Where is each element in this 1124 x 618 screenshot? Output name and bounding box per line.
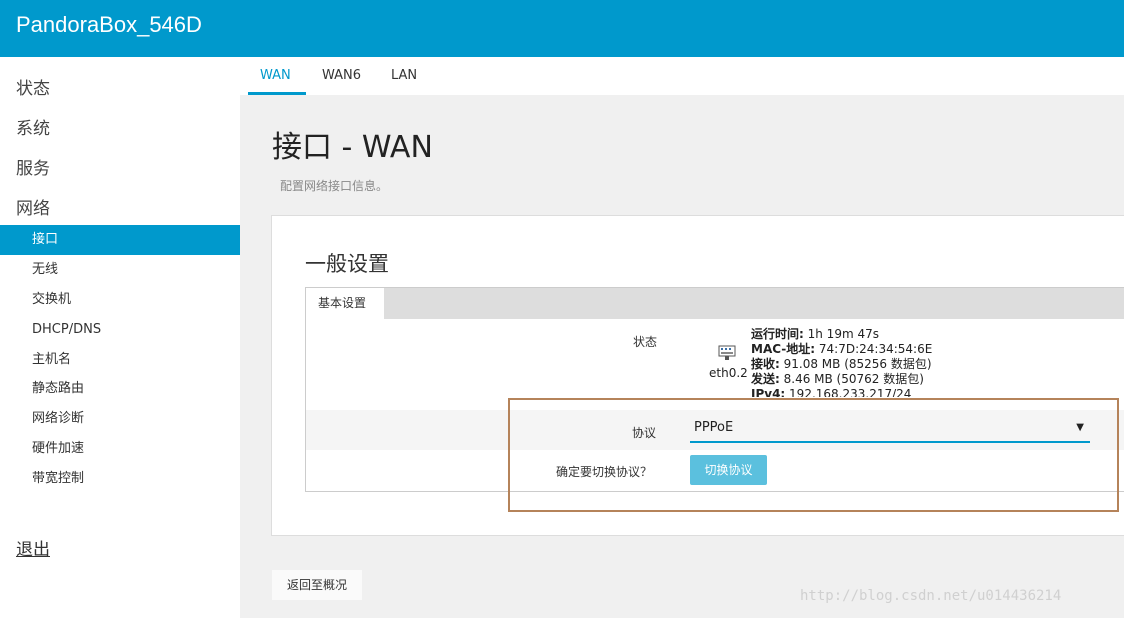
- section-title: 一般设置: [305, 252, 389, 276]
- status-value: 8.46 MB (50762 数据包): [779, 372, 924, 386]
- tab-wan[interactable]: WAN: [260, 68, 291, 83]
- ethernet-port-icon: [718, 345, 736, 360]
- sidebar-item-wireless[interactable]: 无线: [0, 255, 240, 285]
- status-line-mac: MAC-地址: 74:7D:24:34:54:6E: [751, 342, 1121, 357]
- sidebar-item-hw-acceleration[interactable]: 硬件加速: [0, 434, 240, 464]
- status-key: MAC-地址:: [751, 342, 816, 356]
- sidebar-item-static-routes[interactable]: 静态路由: [0, 374, 240, 404]
- watermark: http://blog.csdn.net/u014436214: [800, 588, 1062, 604]
- sidebar-item-network[interactable]: 网络: [16, 194, 50, 219]
- back-to-overview-button[interactable]: 返回至概况: [272, 570, 362, 600]
- logout-link[interactable]: 退出: [16, 535, 50, 560]
- top-bar: PandoraBox_546D: [0, 0, 1124, 57]
- status-line-rx: 接收: 91.08 MB (85256 数据包): [751, 357, 1121, 372]
- sidebar: 状态 系统 服务 网络 接口 无线 交换机 DHCP/DNS 主机名 静态路由 …: [0, 57, 240, 618]
- annotation-highlight-box: [508, 398, 1119, 512]
- status-value: 91.08 MB (85256 数据包): [779, 357, 932, 371]
- status-line-ipv4: IPv4: 192.168.233.217/24: [751, 387, 1121, 397]
- status-value: 1h 19m 47s: [803, 327, 879, 341]
- interface-status-info: 运行时间: 1h 19m 47s MAC-地址: 74:7D:24:34:54:…: [751, 327, 1121, 397]
- tab-wan6[interactable]: WAN6: [322, 68, 361, 83]
- status-key: 运行时间:: [751, 327, 804, 341]
- sidebar-item-switch[interactable]: 交换机: [0, 285, 240, 315]
- tab-lan[interactable]: LAN: [391, 68, 417, 83]
- page-description: 配置网络接口信息。: [280, 179, 389, 193]
- tab-basic-settings[interactable]: 基本设置: [306, 288, 384, 320]
- inner-tab-bar: [306, 288, 1124, 319]
- active-tab-indicator: [248, 92, 306, 95]
- tab-bar: WAN WAN6 LAN: [240, 57, 1124, 95]
- interface-name: eth0.2: [709, 366, 748, 380]
- sidebar-item-system[interactable]: 系统: [16, 114, 50, 139]
- status-label: 状态: [633, 335, 658, 349]
- status-line-tx: 发送: 8.46 MB (50762 数据包): [751, 372, 1121, 387]
- status-line-uptime: 运行时间: 1h 19m 47s: [751, 327, 1121, 342]
- sidebar-item-services[interactable]: 服务: [16, 154, 50, 179]
- status-value: 192.168.233.217/24: [785, 387, 912, 397]
- sidebar-item-diagnostics[interactable]: 网络诊断: [0, 404, 240, 434]
- brand-title[interactable]: PandoraBox_546D: [16, 12, 202, 38]
- sidebar-item-interfaces[interactable]: 接口: [0, 225, 240, 255]
- status-key: 接收:: [751, 357, 780, 371]
- status-key: 发送:: [751, 372, 780, 386]
- sidebar-item-dhcp-dns[interactable]: DHCP/DNS: [0, 315, 240, 345]
- status-value: 74:7D:24:34:54:6E: [815, 342, 933, 356]
- sidebar-item-hostnames[interactable]: 主机名: [0, 345, 240, 375]
- sidebar-item-status[interactable]: 状态: [16, 74, 50, 99]
- page-title: 接口 - WAN: [272, 130, 433, 165]
- sidebar-item-bandwidth[interactable]: 带宽控制: [0, 464, 240, 494]
- status-key: IPv4:: [751, 387, 786, 397]
